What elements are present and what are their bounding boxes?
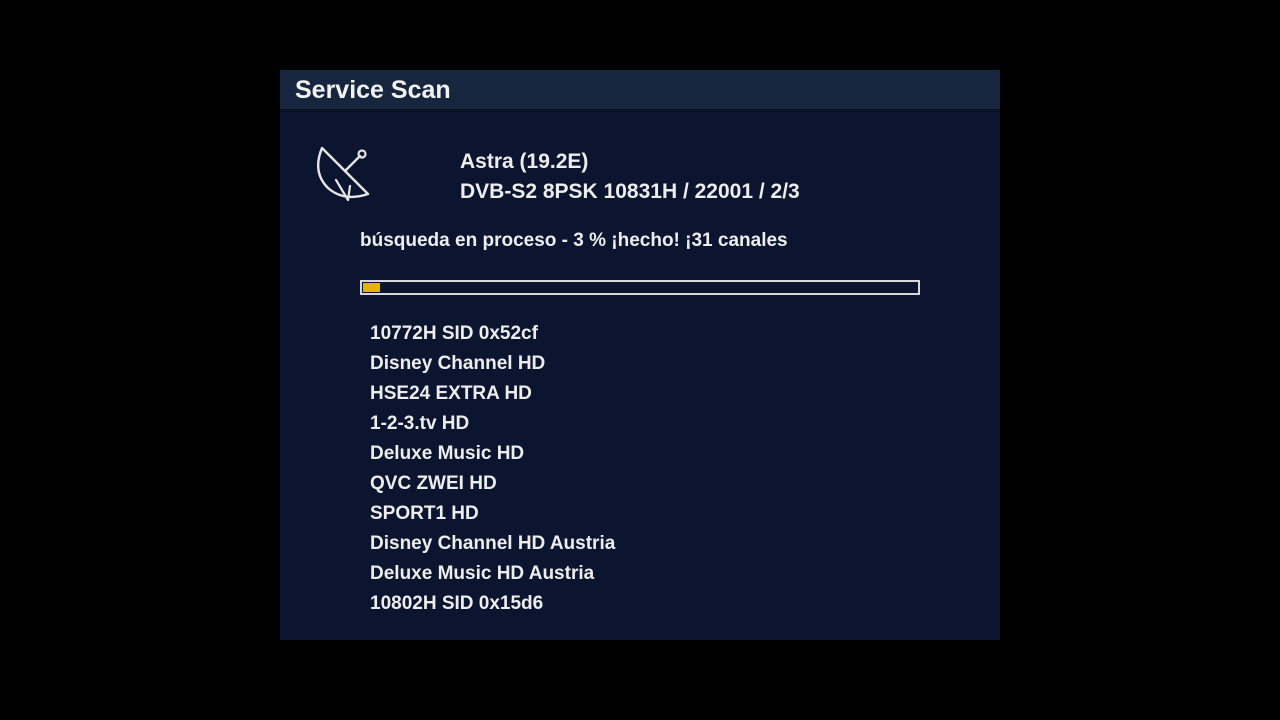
- channel-list-item: 1-2-3.tv HD: [370, 413, 470, 434]
- service-scan-window: Service Scan Astra (19.2E) DVB-S2 8PSK 1…: [280, 70, 1000, 640]
- channel-list-item: QVC ZWEI HD: [370, 473, 497, 494]
- channel-list-item: Deluxe Music HD: [370, 443, 525, 464]
- scan-progress-bar: [360, 280, 920, 295]
- scan-progress-fill: [363, 283, 380, 292]
- channel-list-item: 10802H SID 0x15d6: [370, 593, 544, 614]
- found-channels-list: 10772H SID 0x52cf Disney Channel HD HSE24 …: [370, 319, 615, 619]
- title-bar: Service Scan: [280, 70, 1000, 112]
- channel-list-item: SPORT1 HD: [370, 503, 479, 524]
- satellite-name: Astra (19.2E): [460, 150, 589, 173]
- window-title: Service Scan: [295, 76, 451, 104]
- scan-status: búsqueda en proceso - 3 % ¡hecho! ¡31 ca…: [360, 230, 788, 251]
- satellite-dish-icon: [314, 142, 372, 202]
- channel-list-item: HSE24 EXTRA HD: [370, 383, 532, 404]
- channel-list-item: Disney Channel HD Austria: [370, 533, 616, 554]
- channel-list-item: Disney Channel HD: [370, 353, 546, 374]
- channel-list-item: 10772H SID 0x52cf: [370, 323, 538, 344]
- channel-list-item: Deluxe Music HD Austria: [370, 563, 595, 584]
- transponder-tuning: DVB-S2 8PSK 10831H / 22001 / 2/3: [460, 180, 800, 203]
